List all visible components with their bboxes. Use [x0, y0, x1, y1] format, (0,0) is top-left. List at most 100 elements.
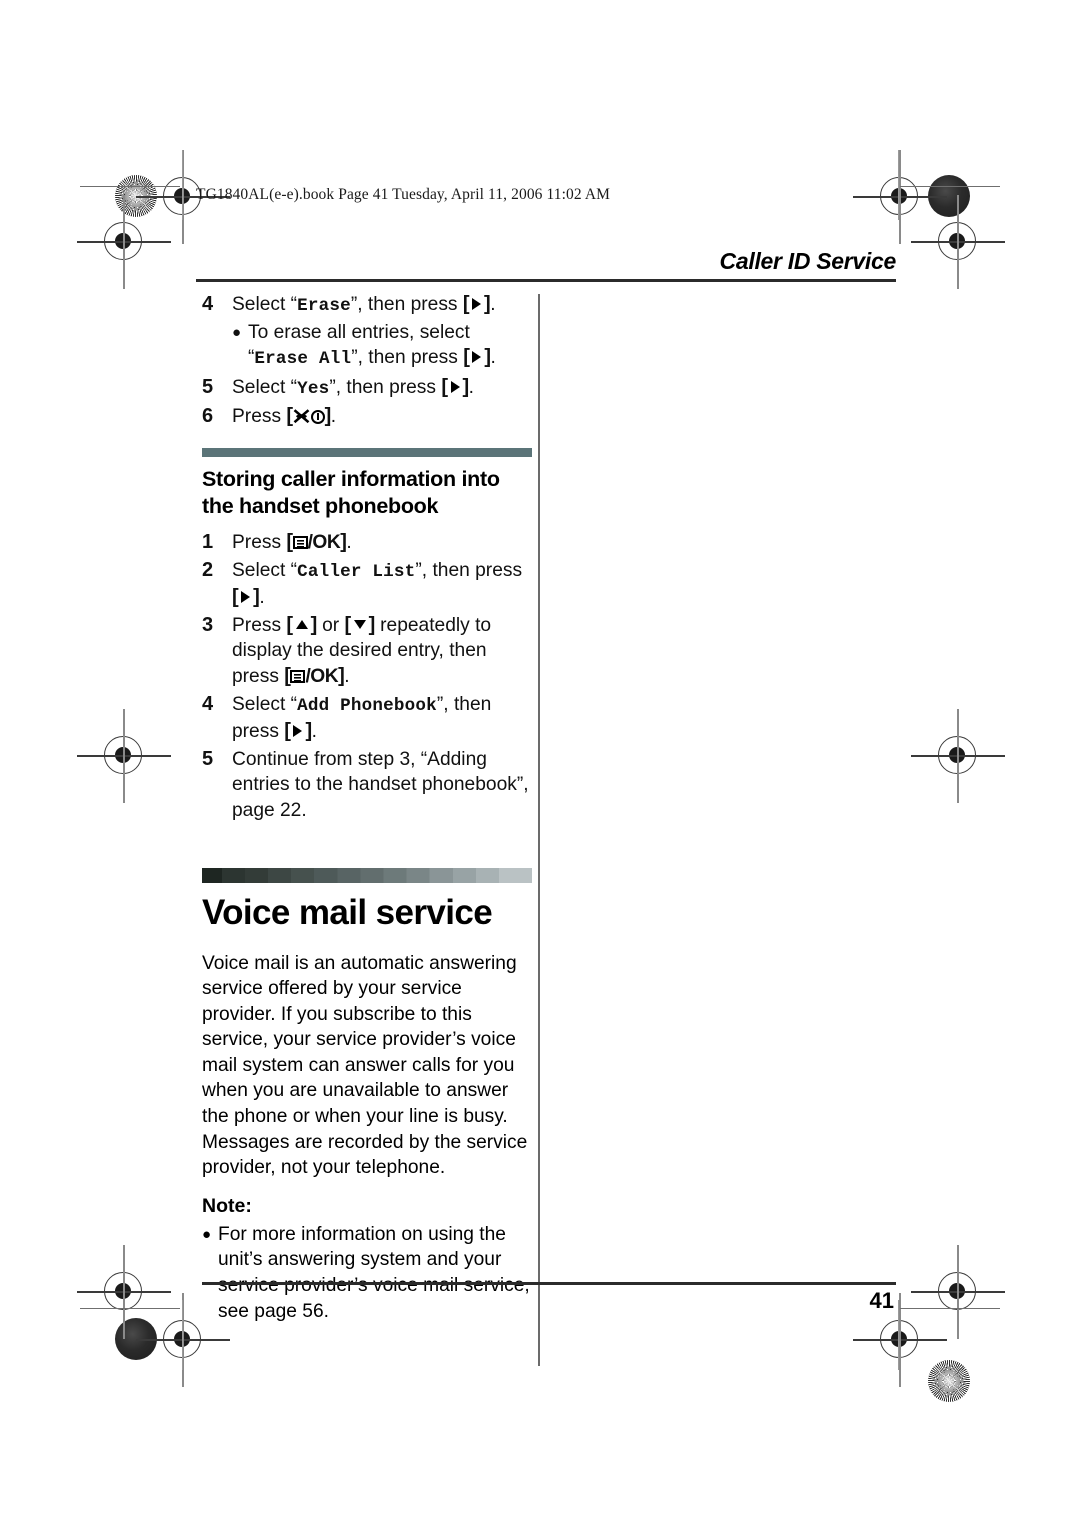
step-text-after: ”, then press: [329, 376, 442, 398]
power-icon: [310, 410, 325, 425]
step-text: Select “Erase”, then press [].: [232, 293, 496, 316]
step-text: Select “Yes”, then press [].: [232, 375, 475, 399]
note-item: ● For more information on using the unit…: [202, 1222, 532, 1324]
step-item: 4 Select “Erase”, then press []. ● To er…: [202, 292, 532, 373]
step-text-after: ”, then press: [350, 294, 463, 315]
trim-line-bottom-right: [900, 1308, 1000, 1310]
step-item: 1 Press [/OK].: [202, 530, 532, 556]
step-number: 3: [202, 613, 214, 636]
key-power-off: []: [286, 405, 331, 428]
menu-list-icon: [292, 535, 308, 549]
registration-crosshair-right-lower: [911, 1245, 1005, 1339]
continued-step-list: 4 Select “Erase”, then press []. ● To er…: [202, 292, 532, 430]
section-body-paragraph: Voice mail is an automatic answering ser…: [202, 952, 528, 1179]
step-text-after: ”, then press: [415, 559, 523, 581]
note-label: Note:: [202, 1194, 252, 1217]
step-text-before: Select “: [232, 693, 298, 715]
section-accent-bar: [202, 867, 532, 883]
key-right-arrow: []: [284, 720, 312, 743]
triangle-right-icon: [241, 591, 251, 604]
step-number: 6: [202, 405, 214, 428]
section-heading: Voice mail service: [202, 892, 493, 932]
sub-bullet: ● To erase all entries, select “Erase Al…: [232, 320, 532, 373]
step-item: 4 Select “Add Phonebook”, then press [].: [202, 692, 532, 745]
trim-line-right-upper: [898, 150, 900, 220]
triangle-right-icon: [293, 725, 303, 738]
step-text: Continue from step 3, “Adding entries to…: [232, 748, 529, 821]
step-text-mid: or: [316, 614, 345, 636]
hangup-phone-icon: [293, 406, 310, 424]
registration-crosshair-right-middle: [911, 709, 1005, 803]
step-text: Press [/OK].: [232, 530, 352, 553]
screen-text: Erase: [297, 296, 351, 316]
key-up-arrow: []: [286, 613, 317, 636]
screen-text: Yes: [297, 378, 330, 399]
step-text-end: .: [468, 376, 475, 398]
book-file-info: TG1840AL(e-e).book Page 41 Tuesday, Apri…: [196, 186, 611, 203]
key-right-arrow: []: [463, 346, 491, 369]
step-text-before: Select “: [232, 376, 298, 398]
subsection-accent-bar: [202, 447, 532, 457]
key-right-arrow: []: [232, 586, 260, 609]
step-text: Select “Caller List”, then press [].: [232, 560, 522, 609]
key-down-arrow: []: [344, 613, 375, 636]
triangle-right-icon: [472, 297, 482, 310]
running-head: Caller ID Service: [719, 248, 897, 274]
footer-rule: [202, 1282, 896, 1285]
registration-crosshair-left-upper: [77, 195, 171, 289]
text-column: 4 Select “Erase”, then press []. ● To er…: [202, 292, 532, 1324]
step-text-before: Press: [232, 614, 287, 636]
step-text: Select “Add Phonebook”, then press [].: [232, 694, 491, 743]
triangle-right-icon: [450, 380, 460, 393]
manual-page: TG1840AL(e-e).book Page 41 Tuesday, Apri…: [196, 186, 897, 1366]
note-item-text: For more information on using the unit’s…: [218, 1223, 530, 1322]
step-item: 6 Press [].: [202, 404, 532, 430]
screen-text: Caller List: [297, 561, 416, 582]
registration-rosette-bottom-right: [928, 1360, 970, 1402]
key-right-arrow: []: [441, 375, 469, 398]
crosshair-line-v: [123, 1245, 125, 1339]
trim-line-right-lower: [898, 1300, 900, 1370]
step-text: Press [] or [] repeatedly to display the…: [232, 613, 491, 687]
bullet-icon: ●: [202, 1225, 212, 1243]
step-text-end: .: [346, 531, 352, 553]
step-text-end: .: [259, 587, 265, 609]
step-text-before: Select “: [232, 559, 298, 581]
step-text-end: .: [311, 721, 317, 743]
triangle-right-icon: [472, 351, 482, 364]
step-number: 1: [202, 530, 214, 553]
crosshair-line-v: [957, 709, 959, 803]
step-item: 2 Select “Caller List”, then press [].: [202, 558, 532, 611]
triangle-up-icon: [295, 620, 308, 630]
subsection-heading: Storing caller information into the hand…: [202, 466, 500, 518]
step-number: 4: [202, 692, 214, 715]
trim-line-left-upper: [182, 150, 184, 220]
key-menu-ok: [/OK]: [284, 664, 345, 687]
step-item: 3 Press [] or [] repeatedly to display t…: [202, 613, 532, 690]
step-number: 5: [202, 747, 214, 770]
key-menu-ok: [/OK]: [286, 530, 347, 553]
column-rule: [538, 294, 541, 1366]
registration-crosshair-left-middle: [77, 709, 171, 803]
step-text: Press [].: [232, 405, 336, 428]
trim-line-top-left: [80, 186, 180, 188]
screen-text: Add Phonebook: [297, 695, 437, 716]
trim-line-top-right: [900, 186, 1000, 188]
sub-text-after: ”, then press: [351, 347, 464, 369]
step-text-before: Select “: [232, 294, 298, 315]
subsection-step-list: 1 Press [/OK]. 2 Select “Caller List”, t…: [202, 530, 532, 824]
crosshair-line-v: [957, 1245, 959, 1339]
crosshair-line-v: [957, 195, 959, 289]
key-right-arrow: []: [462, 293, 491, 315]
step-text-before: Press: [232, 531, 287, 553]
step-text-before: Press: [232, 406, 287, 428]
step-number: 4: [202, 293, 214, 315]
step-text-end: .: [344, 665, 350, 687]
registration-crosshair-left-lower: [77, 1245, 171, 1339]
crosshair-line-v: [123, 195, 125, 289]
bullet-icon: ●: [232, 323, 242, 341]
registration-crosshair-right-upper: [911, 195, 1005, 289]
trim-line-bottom-left: [80, 1308, 180, 1310]
step-number: 5: [202, 375, 214, 398]
menu-list-icon: [290, 669, 306, 683]
